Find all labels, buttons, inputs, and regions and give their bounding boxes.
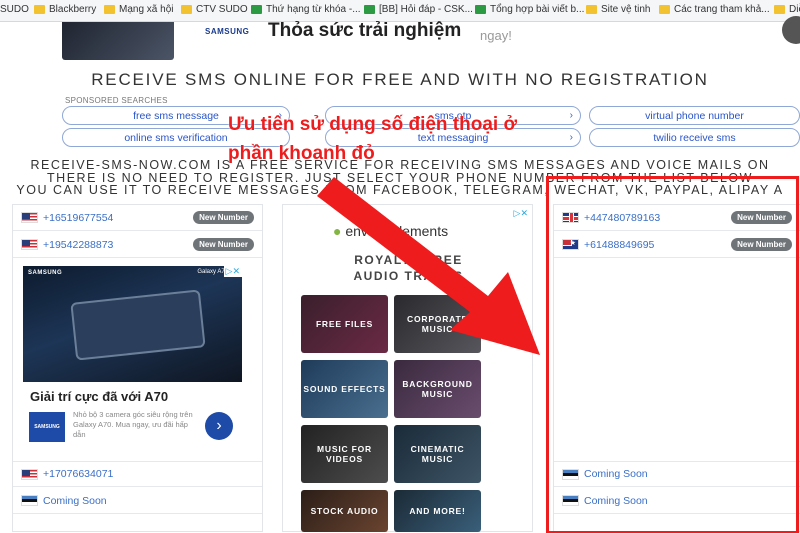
red-arrow-icon bbox=[317, 177, 540, 355]
